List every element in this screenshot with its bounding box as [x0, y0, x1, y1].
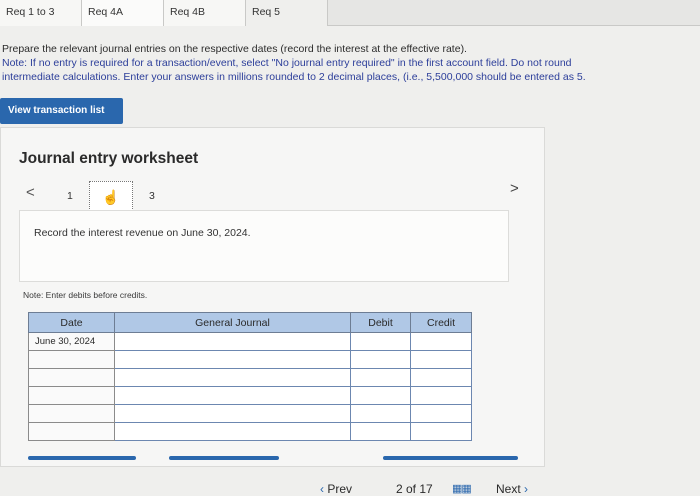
credit-input[interactable] [410, 386, 472, 405]
account-input[interactable] [114, 386, 351, 405]
date-cell[interactable]: June 30, 2024 [28, 332, 115, 351]
bottom-navigation: ‹ Prev 2 of 17 ▦▦ Next › [0, 478, 700, 496]
grid-icon[interactable]: ▦▦ [452, 482, 472, 495]
page-indicator: 2 of 17 [396, 482, 433, 496]
credit-input[interactable] [410, 404, 472, 423]
pager-prev-chevron-icon[interactable]: < [26, 184, 35, 201]
account-input[interactable] [114, 422, 351, 441]
column-header-general-journal: General Journal [114, 312, 351, 333]
credit-input[interactable] [410, 422, 472, 441]
table-row [28, 404, 472, 423]
column-header-date: Date [28, 312, 115, 333]
instructions-line-2: Note: If no entry is required for a tran… [2, 57, 572, 69]
date-cell[interactable] [28, 368, 115, 387]
tab-req-1-to-3[interactable]: Req 1 to 3 [0, 0, 82, 26]
table-row [28, 386, 472, 405]
debit-input[interactable] [350, 332, 411, 351]
account-input[interactable] [114, 350, 351, 369]
table-row [28, 422, 472, 441]
account-input[interactable] [114, 368, 351, 387]
prompt-text: Record the interest revenue on June 30, … [34, 227, 251, 239]
date-cell[interactable] [28, 404, 115, 423]
clear-entry-button[interactable] [169, 456, 279, 460]
table-row: June 30, 2024 [28, 332, 472, 351]
chevron-left-icon: ‹ [320, 482, 324, 496]
instructions-line-1: Prepare the relevant journal entries on … [2, 43, 467, 55]
credit-input[interactable] [410, 368, 472, 387]
debit-input[interactable] [350, 368, 411, 387]
credit-input[interactable] [410, 350, 472, 369]
prompt-box: Record the interest revenue on June 30, … [19, 210, 509, 282]
debit-input[interactable] [350, 350, 411, 369]
view-general-journal-button[interactable] [383, 456, 518, 460]
next-label: Next [496, 482, 521, 496]
date-cell[interactable] [28, 350, 115, 369]
pager-page-3[interactable]: 3 [149, 190, 155, 202]
record-entry-button[interactable] [28, 456, 136, 460]
account-input[interactable] [114, 332, 351, 351]
tab-req-4b[interactable]: Req 4B [164, 0, 246, 26]
journal-entry-worksheet: Journal entry worksheet < 1 ☝ 3 > Record… [0, 127, 545, 467]
prev-button[interactable]: ‹ Prev [320, 482, 352, 496]
date-cell[interactable] [28, 422, 115, 441]
credit-input[interactable] [410, 332, 472, 351]
next-button[interactable]: Next › [496, 482, 528, 496]
account-input[interactable] [114, 404, 351, 423]
chevron-right-icon: › [524, 482, 529, 496]
action-buttons-row [28, 456, 518, 460]
instructions: Prepare the relevant journal entries on … [2, 42, 700, 84]
column-header-debit: Debit [350, 312, 411, 333]
view-transaction-list-button[interactable]: View transaction list [0, 98, 123, 124]
journal-table: Date General Journal Debit Credit June 3… [28, 312, 472, 441]
table-row [28, 350, 472, 369]
column-header-credit: Credit [410, 312, 472, 333]
tab-req-5[interactable]: Req 5 [246, 0, 328, 26]
debits-note: Note: Enter debits before credits. [23, 290, 148, 300]
table-header-row: Date General Journal Debit Credit [28, 312, 472, 333]
instructions-line-3: intermediate calculations. Enter your an… [2, 71, 586, 83]
debit-input[interactable] [350, 386, 411, 405]
pager-next-chevron-icon[interactable]: > [510, 180, 519, 197]
pager-page-1[interactable]: 1 [67, 190, 73, 202]
table-row [28, 368, 472, 387]
hand-pointer-icon: ☝ [102, 189, 120, 205]
prev-label: Prev [327, 482, 353, 496]
debit-input[interactable] [350, 422, 411, 441]
requirement-tabs: Req 1 to 3 Req 4A Req 4B Req 5 [0, 0, 700, 26]
debit-input[interactable] [350, 404, 411, 423]
pager-current-page[interactable]: ☝ [89, 181, 133, 213]
worksheet-title: Journal entry worksheet [19, 150, 199, 167]
tab-req-4a[interactable]: Req 4A [82, 0, 164, 26]
date-cell[interactable] [28, 386, 115, 405]
